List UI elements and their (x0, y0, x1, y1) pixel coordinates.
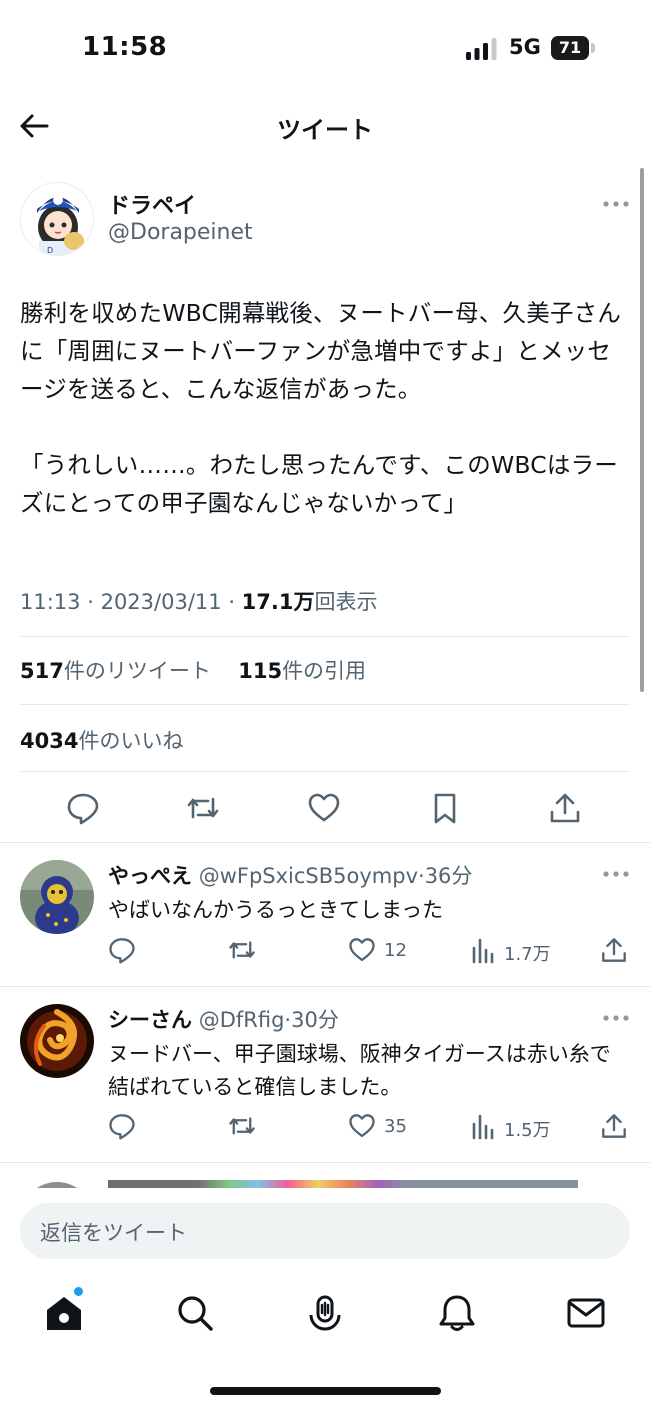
divider (0, 1162, 650, 1163)
home-icon[interactable] (44, 1293, 84, 1333)
bookmark-icon[interactable] (428, 791, 462, 825)
compose-placeholder: 返信をツイート (40, 1221, 187, 1245)
quotes-count: 115 (238, 659, 283, 683)
reply-text: やばいなんかうるっときてしまった (108, 898, 444, 922)
retweets-label: 件のリツイート (63, 659, 211, 683)
divider (0, 986, 650, 987)
network-type: 5G (509, 35, 541, 59)
share-icon[interactable] (600, 1112, 628, 1140)
reply-icon[interactable] (108, 936, 136, 964)
like-icon[interactable] (348, 936, 376, 964)
retweet-quote-stats: 517件のリツイート 115件の引用 (20, 655, 366, 685)
reply-view-count: 1.7万 (504, 944, 551, 965)
divider (20, 771, 630, 772)
more-icon[interactable] (602, 1012, 630, 1024)
author-handle[interactable]: @Dorapeinet (108, 220, 253, 245)
likes-label: 件のいいね (78, 729, 184, 753)
retweets-stat[interactable]: 517件のリツイート (20, 659, 211, 683)
reply-avatar[interactable] (20, 860, 94, 934)
reply-like-count: 12 (384, 940, 407, 961)
retweets-count: 517 (20, 659, 64, 683)
reply-action-bar: 12 1.7万 (0, 936, 650, 966)
battery-cap (591, 43, 595, 53)
tweet-date: 2023/03/11 (100, 590, 222, 614)
reply-like-count: 35 (384, 1116, 407, 1137)
notifications-icon[interactable] (437, 1293, 477, 1333)
views-count: 17.1万 (241, 590, 315, 614)
reply-text: ヌードバー、甲子園球場、阪神タイガースは赤い糸で結ばれていると確信しました。 (108, 1042, 611, 1099)
author-avatar[interactable]: D (20, 182, 94, 256)
tweet-text: 勝利を収めたWBC開幕戦後、ヌートバー母、久美子さんに「周囲にヌートバーファンが… (20, 299, 622, 517)
reply-icon[interactable] (66, 791, 100, 825)
home-notification-dot (74, 1287, 83, 1296)
reply-time: 36分 (424, 864, 473, 888)
reply-time: 30分 (291, 1008, 339, 1032)
author-name[interactable]: ドラペイ (108, 188, 196, 220)
reply-avatar[interactable] (20, 1004, 94, 1078)
reply-author-handle[interactable]: @DfRfig (199, 1008, 285, 1032)
reply-compose-input[interactable]: 返信をツイート (20, 1203, 630, 1259)
retweet-icon[interactable] (186, 791, 220, 825)
next-reply-peek (0, 1180, 650, 1188)
reply-icon[interactable] (108, 1112, 136, 1140)
tweet-meta: 11:13 · 2023/03/11 · 17.1万回表示 (20, 586, 378, 616)
reply-header: シーさん @DfRfig·30分 (108, 1004, 339, 1034)
meta-separator: · (87, 590, 101, 614)
views-icon[interactable] (470, 936, 498, 964)
reply-item[interactable]: やっぺえ @wFpSxicSB5oympv·36分 やばいなんかうるっときてしま… (0, 860, 650, 986)
more-icon[interactable] (602, 198, 630, 210)
scrollbar[interactable] (640, 168, 644, 692)
reply-header: やっぺえ @wFpSxicSB5oympv·36分 (108, 860, 472, 890)
more-icon[interactable] (602, 868, 630, 880)
divider (0, 842, 650, 843)
reply-action-bar: 35 1.5万 (0, 1112, 650, 1142)
like-icon[interactable] (307, 791, 341, 825)
like-icon[interactable] (348, 1112, 376, 1140)
divider (20, 636, 630, 637)
meta-separator: · (228, 590, 242, 614)
reply-author-name[interactable]: やっぺえ (108, 864, 192, 888)
battery-indicator: 71 (551, 36, 589, 60)
bottom-tab-bar (0, 1285, 650, 1345)
status-bar: 11:58 5G 71 (0, 0, 650, 100)
cellular-signal-icon (466, 38, 497, 60)
views-icon[interactable] (470, 1112, 498, 1140)
nav-header: ツイート (0, 100, 650, 152)
spaces-icon[interactable] (305, 1293, 345, 1333)
quotes-stat[interactable]: 115件の引用 (238, 659, 366, 683)
views-label[interactable]: 回表示 (315, 590, 378, 614)
reply-author-name[interactable]: シーさん (108, 1008, 192, 1032)
retweet-icon[interactable] (228, 936, 256, 964)
likes-count: 4034 (20, 729, 79, 753)
page-title: ツイート (277, 116, 373, 144)
quotes-label: 件の引用 (282, 659, 367, 683)
home-indicator[interactable] (210, 1387, 441, 1395)
reply-author-handle[interactable]: @wFpSxicSB5oympv (199, 864, 418, 888)
reply-item[interactable]: シーさん @DfRfig·30分 ヌードバー、甲子園球場、阪神タイガースは赤い糸… (0, 1004, 650, 1160)
search-icon[interactable] (175, 1293, 215, 1333)
svg-text:D: D (47, 246, 53, 255)
messages-icon[interactable] (566, 1293, 606, 1333)
share-icon[interactable] (548, 791, 582, 825)
divider (20, 704, 630, 705)
tweet-time: 11:13 (20, 590, 81, 614)
tweet-action-bar (0, 786, 650, 830)
likes-stats[interactable]: 4034件のいいね (20, 725, 183, 755)
reply-separator: · (418, 864, 425, 888)
retweet-icon[interactable] (228, 1112, 256, 1140)
tweet-author: D ドラペイ @Dorapeinet (20, 182, 630, 258)
reply-view-count: 1.5万 (504, 1120, 551, 1141)
share-icon[interactable] (600, 936, 628, 964)
status-time: 11:58 (82, 32, 168, 62)
